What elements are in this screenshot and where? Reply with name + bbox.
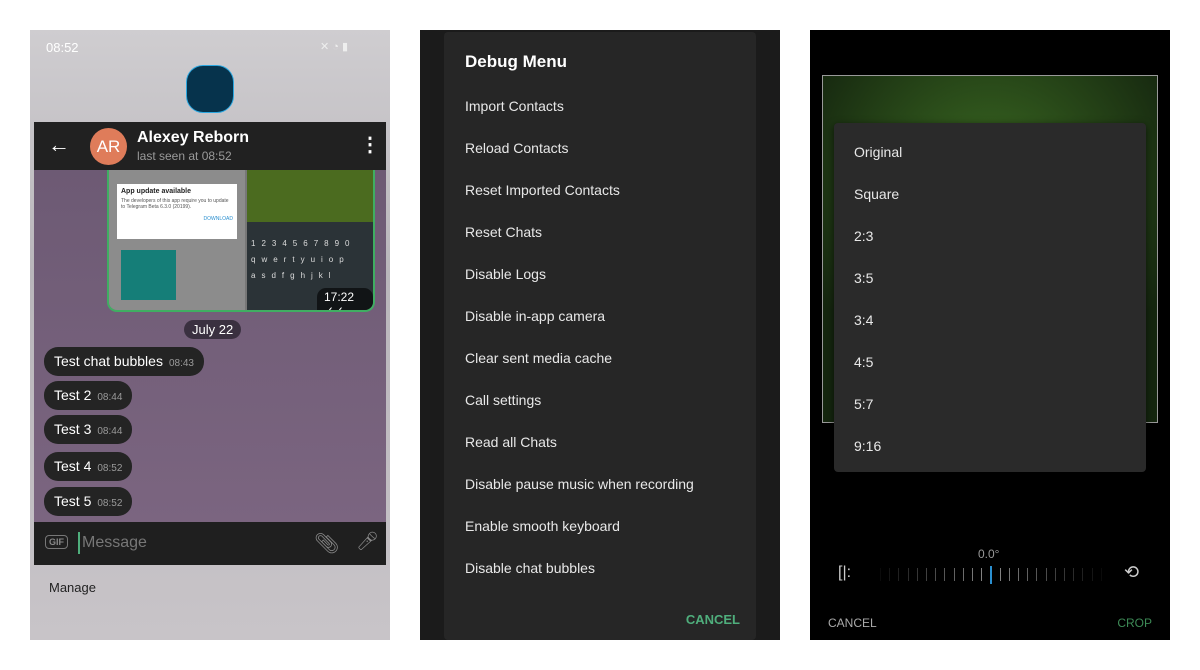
status-time: 08:52 xyxy=(46,40,79,55)
slider-tick xyxy=(1064,568,1065,581)
aspect-ratio-option[interactable]: Square xyxy=(854,186,899,202)
slider-tick xyxy=(880,568,881,581)
message-time: 08:52 xyxy=(97,463,123,474)
message-time: 08:43 xyxy=(168,358,194,369)
message-time: 08:52 xyxy=(97,498,123,509)
slider-tick xyxy=(953,568,955,581)
aspect-ratio-option[interactable]: 5:7 xyxy=(854,396,873,412)
aspect-ratio-option[interactable]: 3:5 xyxy=(854,270,873,286)
slider-tick xyxy=(1100,568,1102,581)
slider-tick xyxy=(972,568,973,581)
crop-screen: Original Square 2:3 3:5 3:4 4:5 5:7 9:16 0.0° [… xyxy=(810,30,1170,640)
rotation-slider[interactable] xyxy=(880,566,1102,584)
debug-menu-item[interactable]: Clear sent media cache xyxy=(465,350,612,366)
debug-menu-item[interactable]: Reset Chats xyxy=(465,224,542,240)
slider-tick xyxy=(1054,568,1056,581)
media-time: 17:22 ✓✓ xyxy=(317,288,373,310)
debug-screen: Debug Menu Import Contacts Reload Contact… xyxy=(420,30,780,640)
aspect-ratio-menu: Original Square 2:3 3:5 3:4 4:5 5:7 9:16 xyxy=(834,123,1146,472)
message-bubble[interactable]: Test 2 08:44 xyxy=(44,381,133,410)
debug-menu-item[interactable]: Import Contacts xyxy=(465,98,564,114)
status-icons: ✕ ◔ ▮ xyxy=(320,41,349,53)
aspect-ratio-option[interactable]: 9:16 xyxy=(854,438,881,454)
message-bubble[interactable]: Test 3 08:44 xyxy=(44,415,133,444)
slider-tick xyxy=(981,568,983,581)
aspect-ratio-option[interactable]: 3:4 xyxy=(854,312,873,328)
slider-tick xyxy=(1082,568,1084,581)
aspect-ratio-option[interactable]: 4:5 xyxy=(854,354,873,370)
slider-tick xyxy=(990,566,993,584)
aspect-ratio-option[interactable]: 2:3 xyxy=(854,228,873,244)
debug-menu-item[interactable]: Read all Chats xyxy=(465,434,557,450)
camera-cutout xyxy=(187,66,233,112)
message-text: Test 3 xyxy=(54,421,92,437)
manage-label[interactable]: Manage xyxy=(49,580,96,595)
slider-tick xyxy=(907,568,909,581)
debug-menu-title: Debug Menu xyxy=(465,52,567,71)
debug-menu-item[interactable]: Disable chat bubbles xyxy=(465,560,595,576)
chat-area: App update available The developers of t… xyxy=(34,170,386,522)
crop-cancel-button[interactable]: CANCEL xyxy=(828,616,877,630)
debug-menu-item[interactable]: Reload Contacts xyxy=(465,140,569,156)
chat-header: ← AR Alexey Reborn last seen at 08:52 ⋮ xyxy=(34,122,386,170)
chat-screen: 08:52 ✕ ◔ ▮ ← AR Alexey Reborn last seen… xyxy=(30,30,390,640)
debug-menu-item[interactable]: Call settings xyxy=(465,392,541,408)
message-time: 08:44 xyxy=(97,426,123,437)
last-seen: last seen at 08:52 xyxy=(137,149,232,163)
media-message[interactable]: App update available The developers of t… xyxy=(107,170,375,312)
more-menu-icon[interactable]: ⋮ xyxy=(360,132,380,157)
message-bubble[interactable]: Test 5 08:52 xyxy=(44,487,133,516)
slider-tick xyxy=(1008,568,1010,581)
rotation-angle: 0.0° xyxy=(978,547,1000,561)
debug-menu: Debug Menu Import Contacts Reload Contact… xyxy=(444,32,756,640)
message-input[interactable]: Message xyxy=(82,534,147,552)
aspect-ratio-option[interactable]: Original xyxy=(854,144,902,160)
message-text: Test 4 xyxy=(54,458,92,474)
message-time: 08:44 xyxy=(97,392,123,403)
slider-tick xyxy=(1036,568,1038,581)
slider-tick xyxy=(1091,568,1093,581)
debug-menu-item[interactable]: Enable smooth keyboard xyxy=(465,518,620,534)
rotate-icon[interactable]: ⟲ xyxy=(1124,562,1139,583)
attach-icon[interactable]: 📎︎ xyxy=(314,531,339,556)
slider-tick xyxy=(962,568,964,581)
slider-tick xyxy=(1018,568,1019,581)
slider-tick xyxy=(1027,568,1029,581)
slider-tick xyxy=(889,568,891,581)
contact-name[interactable]: Alexey Reborn xyxy=(137,129,249,147)
slider-tick xyxy=(935,568,937,581)
slider-tick xyxy=(898,568,900,581)
debug-menu-item[interactable]: Disable Logs xyxy=(465,266,546,282)
avatar[interactable]: AR xyxy=(90,128,127,165)
slider-tick xyxy=(926,568,927,581)
debug-menu-item[interactable]: Disable pause music when recording xyxy=(465,476,694,492)
crop-button[interactable]: CROP xyxy=(1117,616,1152,630)
update-dialog: App update available The developers of t… xyxy=(117,184,237,239)
cancel-button[interactable]: CANCEL xyxy=(686,612,740,627)
slider-tick xyxy=(916,568,918,581)
slider-tick xyxy=(1073,568,1075,581)
gif-button[interactable]: GIF xyxy=(45,535,68,549)
back-arrow-icon[interactable]: ← xyxy=(48,132,70,158)
debug-menu-item[interactable]: Reset Imported Contacts xyxy=(465,182,620,198)
slider-tick xyxy=(1045,568,1047,581)
debug-menu-item[interactable]: Disable in-app camera xyxy=(465,308,605,324)
message-bubble[interactable]: Test 4 08:52 xyxy=(44,452,133,481)
flip-icon[interactable]: [|: xyxy=(838,564,851,582)
slider-tick xyxy=(999,568,1001,581)
microphone-icon[interactable]: 🎤︎ xyxy=(356,531,379,552)
message-text: Test chat bubbles xyxy=(54,353,163,369)
slider-tick xyxy=(944,568,946,581)
date-pill: July 22 xyxy=(184,320,242,339)
message-bubble[interactable]: Test chat bubbles 08:43 xyxy=(44,347,204,376)
message-text: Test 2 xyxy=(54,387,92,403)
input-bar: GIF Message 📎︎ 🎤︎ xyxy=(34,522,386,565)
message-text: Test 5 xyxy=(54,493,92,509)
